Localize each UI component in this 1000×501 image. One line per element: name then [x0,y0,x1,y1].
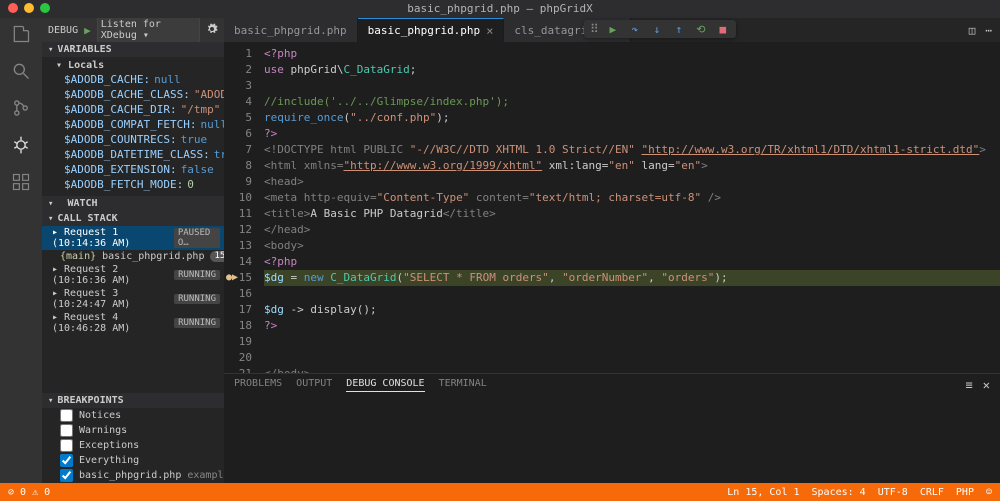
window-controls[interactable] [8,3,50,13]
execution-pointer-icon: ●▶ [226,270,238,286]
status-problems[interactable]: ⊘ 0 ⚠ 0 [8,487,50,498]
breakpoint-checkbox[interactable] [60,469,73,482]
breakpoint-item[interactable]: Notices [42,408,224,423]
debug-settings-button[interactable] [206,23,218,38]
status-item[interactable]: Spaces: 4 [812,487,866,498]
watch-section[interactable]: WATCH [42,196,224,211]
editor-tabs: basic_phpgrid.phpbasic_phpgrid.php×cls_d… [224,18,1000,42]
step-out-button[interactable]: ↑ [672,22,686,36]
breakpoint-checkbox[interactable] [60,439,73,452]
maximize-icon[interactable] [40,3,50,13]
status-item[interactable]: Ln 15, Col 1 [727,487,799,498]
title-bar: basic_phpgrid.php – phpGridX [0,0,1000,18]
callstack-thread[interactable]: ▸ Request 3 (10:24:47 AM)RUNNING [42,287,224,311]
breakpoint-checkbox[interactable] [60,424,73,437]
debug-sidebar: DEBUG ▶ Listen for XDebug ▾ VARIABLES ▾ … [42,18,224,483]
variable-row[interactable]: $ADODB_FETCH_MODE: 0 [42,177,224,192]
close-icon[interactable] [8,3,18,13]
breakpoint-checkbox[interactable] [60,454,73,467]
breakpoints-section[interactable]: BREAKPOINTS [42,393,224,408]
status-item[interactable]: PHP [956,487,974,498]
scm-icon[interactable] [11,98,31,121]
status-item[interactable]: UTF-8 [878,487,908,498]
callstack-thread[interactable]: ▸ Request 4 (10:46:28 AM)RUNNING [42,311,224,335]
locals-scope[interactable]: ▾ Locals [42,59,224,72]
breakpoint-checkbox[interactable] [60,409,73,422]
status-bar: ⊘ 0 ⚠ 0 Ln 15, Col 1 Spaces: 4 UTF-8 CRLF PH… [0,483,1000,501]
step-into-button[interactable]: ↓ [650,22,664,36]
editor-area: basic_phpgrid.phpbasic_phpgrid.php×cls_d… [224,18,1000,483]
variable-row[interactable]: $ADODB_CACHE: null [42,72,224,87]
bottom-panel: PROBLEMS OUTPUT DEBUG CONSOLE TERMINAL ≡ ✕ [224,373,1000,483]
extensions-icon[interactable] [11,172,31,195]
editor-more-button[interactable]: ⋯ [985,24,992,37]
variable-row[interactable]: $ADODB_COUNTRECS: true [42,132,224,147]
debug-icon[interactable] [11,135,31,158]
panel-tabs: PROBLEMS OUTPUT DEBUG CONSOLE TERMINAL ≡ ✕ [224,374,1000,396]
explorer-icon[interactable] [11,24,31,47]
variable-row[interactable]: $ADODB_COMPAT_FETCH: null [42,117,224,132]
breakpoint-item[interactable]: Everything [42,453,224,468]
variable-row[interactable]: $ADODB_CACHE_DIR: "/tmp" [42,102,224,117]
editor-tab[interactable]: basic_phpgrid.php [224,18,358,42]
step-over-button[interactable]: ↷ [628,22,642,36]
restart-button[interactable]: ⟲ [694,22,708,36]
continue-button[interactable]: ▶ [606,22,620,36]
close-icon[interactable]: × [486,24,493,38]
status-item[interactable]: CRLF [920,487,944,498]
breakpoint-item[interactable]: Warnings [42,423,224,438]
editor-tab[interactable]: basic_phpgrid.php× [358,18,505,42]
variable-row[interactable]: $ADODB_EXTENSION: false [42,162,224,177]
panel-tab[interactable]: DEBUG CONSOLE [346,378,424,392]
search-icon[interactable] [11,61,31,84]
debug-console-body[interactable] [224,396,1000,483]
split-editor-button[interactable]: ◫ [969,24,976,37]
status-item[interactable]: ☺ [986,487,992,498]
panel-tab[interactable]: PROBLEMS [234,378,282,392]
code-editor[interactable]: 1234567891011121314●▶15161718192021 <?ph… [224,42,1000,373]
debug-toolbar[interactable]: ⠿ ▶ ↷ ↓ ↑ ⟲ ■ [584,20,736,38]
callstack-thread[interactable]: ▸ Request 2 (10:16:36 AM)RUNNING [42,263,224,287]
panel-close-icon[interactable]: ✕ [983,378,990,392]
stack-frame[interactable]: {main}basic_phpgrid.php15 [42,250,224,263]
variables-tree: ▾ Locals $ADODB_CACHE: null$ADODB_CACHE_… [42,57,224,196]
panel-tab[interactable]: TERMINAL [439,378,487,392]
breakpoint-item[interactable]: Exceptions [42,438,224,453]
variable-row[interactable]: $ADODB_DATETIME_CLASS: true [42,147,224,162]
callstack-section[interactable]: CALL STACK [42,211,224,226]
panel-filter-icon[interactable]: ≡ [966,378,973,392]
minimize-icon[interactable] [24,3,34,13]
stop-button[interactable]: ■ [716,22,730,36]
variables-section[interactable]: VARIABLES [42,42,224,57]
activity-bar [0,18,42,483]
breakpoint-item[interactable]: basic_phpgrid.php examples 15 [42,468,224,483]
panel-tab[interactable]: OUTPUT [296,378,332,392]
callstack-thread[interactable]: ▸ Request 1 (10:14:36 AM)PAUSED O… [42,226,224,250]
variable-row[interactable]: $ADODB_CACHE_CLASS: "ADODB_Cache_Fi… [42,87,224,102]
debug-start-button[interactable]: ▶ [84,24,91,37]
drag-handle-icon[interactable]: ⠿ [590,22,598,36]
debug-config-select[interactable]: Listen for XDebug ▾ [97,18,200,43]
debug-header: DEBUG ▶ Listen for XDebug ▾ [42,18,224,42]
debug-header-label: DEBUG [48,25,78,36]
